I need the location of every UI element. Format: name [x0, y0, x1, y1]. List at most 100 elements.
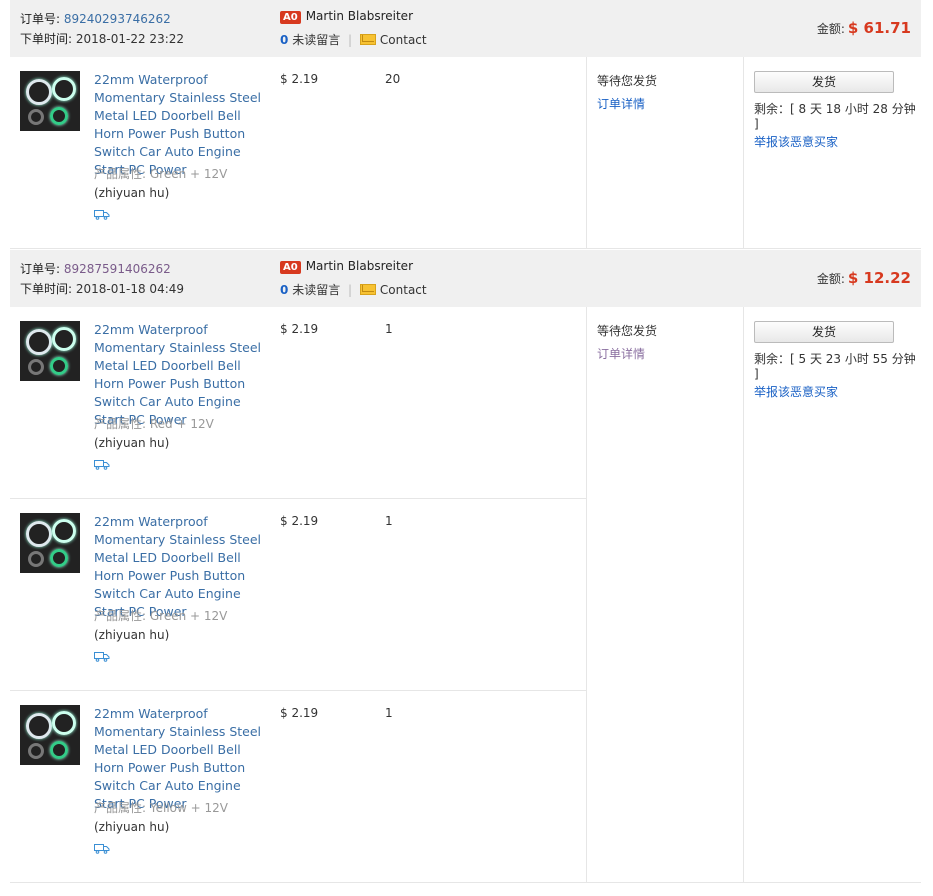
divider: | [348, 283, 353, 297]
mail-icon[interactable] [359, 34, 376, 45]
order-item: 22mm Waterproof Momentary Stainless Stee… [10, 499, 586, 691]
attribute-label: 产品属性: [94, 801, 147, 815]
attribute-value: Yellow + 12V [149, 801, 228, 815]
buyer-name[interactable]: Martin Blabsreiter [306, 9, 413, 23]
divider: | [348, 33, 353, 47]
product-thumbnail[interactable] [20, 71, 80, 131]
quantity: 1 [385, 706, 393, 720]
status-text: 等待您发货 [597, 74, 658, 88]
mail-icon[interactable] [359, 284, 376, 295]
order-card: 订单号: 89287591406262 下单时间: 2018-01-18 04:… [10, 250, 921, 883]
product-thumbnail[interactable] [20, 705, 80, 765]
order-number: 订单号: 89240293746262 [20, 10, 171, 27]
product-thumbnail[interactable] [20, 513, 80, 573]
order-time-label: 下单时间: [20, 32, 73, 46]
product-attribute: 产品属性: Yellow + 12V [94, 799, 228, 816]
unit-price: $ 2.19 [280, 706, 319, 720]
column-divider [743, 307, 744, 882]
product-title-link[interactable]: 22mm Waterproof Momentary Stainless Stee… [94, 705, 274, 813]
order-amount: 金额: $ 12.22 [817, 269, 911, 287]
order-body: 22mm Waterproof Momentary Stainless Stee… [10, 57, 921, 249]
order-number-link[interactable]: 89287591406262 [64, 262, 171, 276]
unread-count[interactable]: 0 [280, 33, 288, 47]
unit-price: $ 2.19 [280, 514, 319, 528]
order-time-label: 下单时间: [20, 282, 73, 296]
unread-count[interactable]: 0 [280, 283, 288, 297]
order-body: 22mm Waterproof Momentary Stainless Stee… [10, 307, 921, 883]
order-number: 订单号: 89287591406262 [20, 260, 171, 277]
buyer-name[interactable]: Martin Blabsreiter [306, 259, 413, 273]
order-time-value: 2018-01-22 23:22 [75, 32, 185, 46]
message-bar: 0 未读留言 | Contact [280, 281, 427, 298]
remaining-label: 剩余： [754, 102, 791, 116]
ship-button[interactable]: 发货 [754, 321, 894, 343]
supplier-name: (zhiyuan hu) [94, 820, 170, 834]
unread-label[interactable]: 未读留言 [292, 33, 340, 47]
order-item: 22mm Waterproof Momentary Stainless Stee… [10, 307, 586, 499]
order-item: 22mm Waterproof Momentary Stainless Stee… [10, 57, 586, 249]
report-buyer-link[interactable]: 举报该恶意买家 [754, 133, 924, 150]
truck-icon[interactable] [94, 651, 110, 662]
product-attribute: 产品属性: Red + 12V [94, 415, 214, 432]
unread-label[interactable]: 未读留言 [292, 283, 340, 297]
remaining-label: 剩余： [754, 352, 791, 366]
order-time: 下单时间: 2018-01-22 23:22 [20, 30, 184, 47]
order-detail-link[interactable]: 订单详情 [597, 345, 657, 362]
remaining-time: 剩余：[ 5 天 23 小时 55 分钟 ] [754, 352, 924, 382]
buyer-level-badge: A0 [280, 11, 301, 24]
attribute-value: Red + 12V [149, 417, 214, 431]
ship-button[interactable]: 发货 [754, 71, 894, 93]
status-text: 等待您发货 [597, 324, 658, 338]
product-title-link[interactable]: 22mm Waterproof Momentary Stainless Stee… [94, 321, 274, 429]
product-title-link[interactable]: 22mm Waterproof Momentary Stainless Stee… [94, 513, 274, 621]
order-amount: 金额: $ 61.71 [817, 19, 911, 37]
unit-price: $ 2.19 [280, 72, 319, 86]
quantity: 1 [385, 322, 393, 336]
order-actions: 发货 剩余：[ 8 天 18 小时 28 分钟 ] 举报该恶意买家 [754, 71, 924, 150]
product-thumbnail[interactable] [20, 321, 80, 381]
attribute-label: 产品属性: [94, 167, 147, 181]
attribute-label: 产品属性: [94, 609, 147, 623]
order-time-value: 2018-01-18 04:49 [75, 282, 185, 296]
attribute-value: Green + 12V [149, 609, 228, 623]
report-buyer-link[interactable]: 举报该恶意买家 [754, 383, 924, 400]
quantity: 1 [385, 514, 393, 528]
amount-value: $ 61.71 [847, 19, 911, 37]
order-card: 订单号: 89240293746262 下单时间: 2018-01-22 23:… [10, 0, 921, 249]
quantity: 20 [385, 72, 401, 86]
truck-icon[interactable] [94, 843, 110, 854]
contact-link[interactable]: Contact [380, 33, 427, 47]
product-title-link[interactable]: 22mm Waterproof Momentary Stainless Stee… [94, 71, 274, 179]
order-number-link[interactable]: 89240293746262 [64, 12, 171, 26]
amount-label: 金额: [816, 272, 845, 286]
buyer-info: A0 Martin Blabsreiter [280, 9, 413, 24]
remaining-time: 剩余：[ 8 天 18 小时 28 分钟 ] [754, 102, 924, 132]
column-divider [743, 57, 744, 248]
order-status: 等待您发货 订单详情 [597, 72, 657, 112]
order-actions: 发货 剩余：[ 5 天 23 小时 55 分钟 ] 举报该恶意买家 [754, 321, 924, 400]
supplier-name: (zhiyuan hu) [94, 186, 170, 200]
amount-value: $ 12.22 [847, 269, 911, 287]
buyer-level-badge: A0 [280, 261, 301, 274]
amount-label: 金额: [816, 22, 845, 36]
order-header: 订单号: 89240293746262 下单时间: 2018-01-22 23:… [10, 0, 921, 57]
order-detail-link[interactable]: 订单详情 [597, 95, 657, 112]
truck-icon[interactable] [94, 459, 110, 470]
order-status: 等待您发货 订单详情 [597, 322, 657, 362]
order-number-label: 订单号: [20, 262, 61, 276]
truck-icon[interactable] [94, 209, 110, 220]
attribute-label: 产品属性: [94, 417, 147, 431]
order-item: 22mm Waterproof Momentary Stainless Stee… [10, 691, 586, 883]
column-divider [586, 57, 587, 248]
attribute-value: Green + 12V [149, 167, 228, 181]
column-divider [586, 307, 587, 882]
supplier-name: (zhiyuan hu) [94, 436, 170, 450]
order-time: 下单时间: 2018-01-18 04:49 [20, 280, 184, 297]
contact-link[interactable]: Contact [380, 283, 427, 297]
unit-price: $ 2.19 [280, 322, 319, 336]
buyer-info: A0 Martin Blabsreiter [280, 259, 413, 274]
order-number-label: 订单号: [20, 12, 61, 26]
supplier-name: (zhiyuan hu) [94, 628, 170, 642]
product-attribute: 产品属性: Green + 12V [94, 165, 227, 182]
product-attribute: 产品属性: Green + 12V [94, 607, 227, 624]
